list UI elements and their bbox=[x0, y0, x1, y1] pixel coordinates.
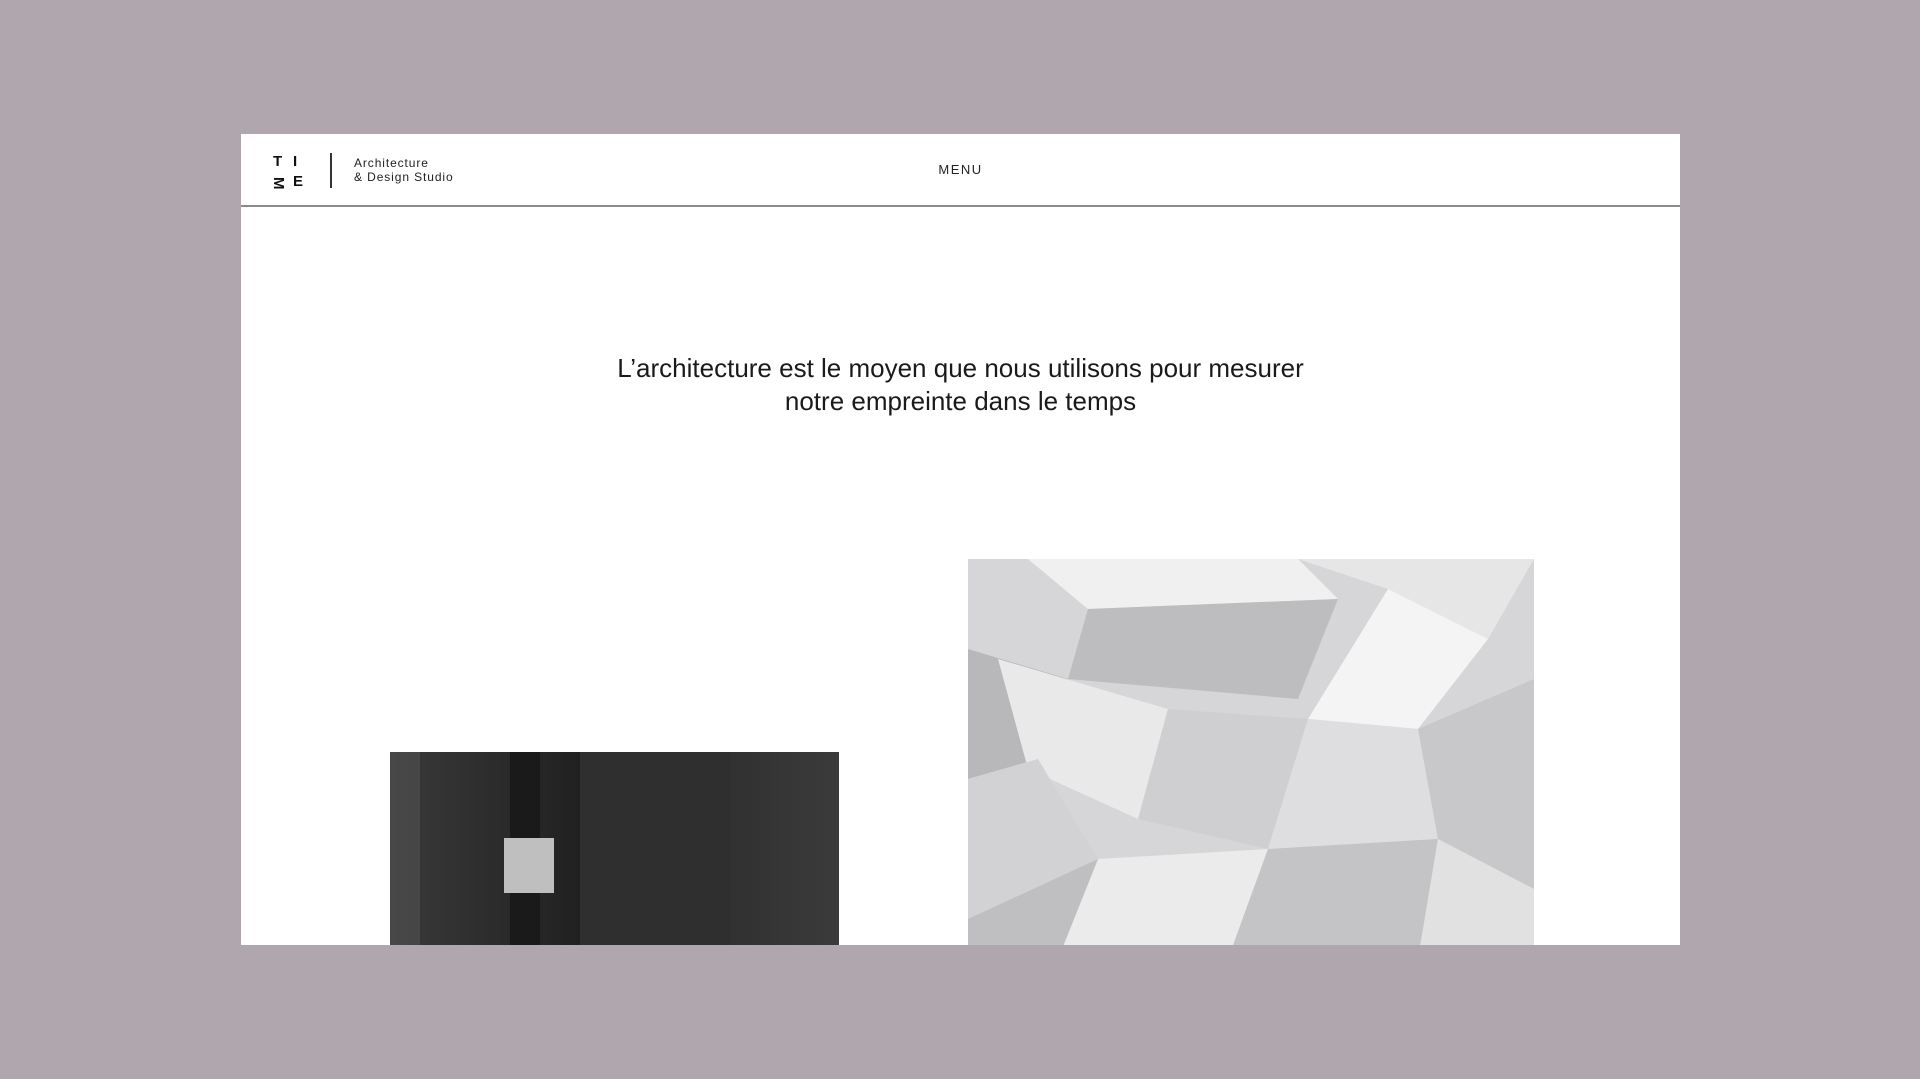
project-image-concrete-shards[interactable] bbox=[968, 559, 1534, 945]
project-image-dark-interior[interactable] bbox=[390, 752, 839, 945]
menu-button[interactable]: MENU bbox=[938, 162, 982, 177]
logo-letter-m: M bbox=[270, 177, 287, 190]
website-frame: T I M E Architecture & Design Studio MEN… bbox=[241, 134, 1680, 945]
concrete-shards-graphic bbox=[968, 559, 1534, 945]
site-header: T I M E Architecture & Design Studio MEN… bbox=[241, 134, 1680, 207]
menu-nav: MENU bbox=[241, 162, 1680, 177]
hero-line-1: L’architecture est le moyen que nous uti… bbox=[617, 353, 1304, 383]
hero-headline: L’architecture est le moyen que nous uti… bbox=[241, 352, 1680, 418]
hero-line-2: notre empreinte dans le temps bbox=[784, 386, 1137, 416]
